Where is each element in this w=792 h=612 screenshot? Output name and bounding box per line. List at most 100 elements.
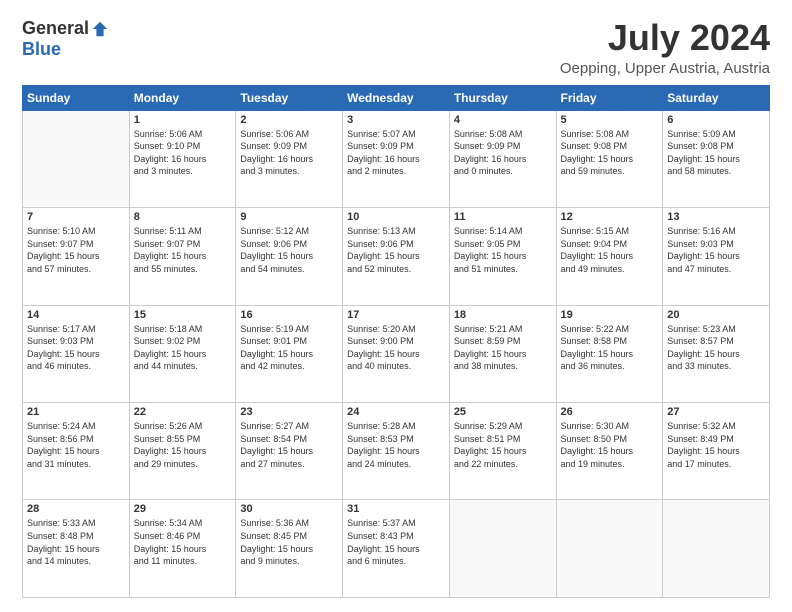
col-friday: Friday <box>556 85 663 110</box>
day-number: 23 <box>240 406 338 418</box>
day-info: Sunrise: 5:08 AM Sunset: 9:09 PM Dayligh… <box>454 128 552 178</box>
calendar-cell-w4-d5: 25 Sunrise: 5:29 AM Sunset: 8:51 PM Dayli… <box>449 403 556 500</box>
col-tuesday: Tuesday <box>236 85 343 110</box>
day-number: 26 <box>561 406 659 418</box>
calendar-table: Sunday Monday Tuesday Wednesday Thursday… <box>22 85 770 598</box>
day-number: 21 <box>27 406 125 418</box>
day-number: 2 <box>240 114 338 126</box>
logo-general-text: General <box>22 18 89 39</box>
calendar-cell-w3-d1: 14Sunrise: 5:17 AM Sunset: 9:03 PM Dayli… <box>23 305 130 402</box>
day-info: Sunrise: 5:23 AM Sunset: 8:57 PM Dayligh… <box>667 323 765 373</box>
day-info: Sunrise: 5:30 AM Sunset: 8:50 PM Dayligh… <box>561 420 659 470</box>
calendar-cell-w2-d1: 7 Sunrise: 5:10 AM Sunset: 9:07 PM Daylig… <box>23 208 130 305</box>
calendar-cell-w5-d7 <box>663 500 770 598</box>
day-number: 25 <box>454 406 552 418</box>
calendar-cell-w1-d2: 1 Sunrise: 5:06 AM Sunset: 9:10 PM Daylig… <box>129 110 236 207</box>
calendar-cell-w1-d1 <box>23 110 130 207</box>
calendar-cell-w4-d7: 27 Sunrise: 5:32 AM Sunset: 8:49 PM Dayli… <box>663 403 770 500</box>
day-number: 29 <box>134 503 232 515</box>
logo-blue-text: Blue <box>22 39 61 59</box>
title-section: July 2024 Oepping, Upper Austria, Austri… <box>560 18 770 77</box>
calendar-cell-w2-d3: 9 Sunrise: 5:12 AM Sunset: 9:06 PM Daylig… <box>236 208 343 305</box>
day-number: 1 <box>134 114 232 126</box>
day-number: 7 <box>27 211 125 223</box>
day-number: 31 <box>347 503 445 515</box>
day-number: 19 <box>561 309 659 321</box>
calendar-week-2: 7 Sunrise: 5:10 AM Sunset: 9:07 PM Daylig… <box>23 208 770 305</box>
calendar-cell-w5-d6 <box>556 500 663 598</box>
day-number: 17 <box>347 309 445 321</box>
calendar-week-3: 14Sunrise: 5:17 AM Sunset: 9:03 PM Dayli… <box>23 305 770 402</box>
day-info: Sunrise: 5:13 AM Sunset: 9:06 PM Dayligh… <box>347 225 445 275</box>
day-number: 22 <box>134 406 232 418</box>
calendar-cell-w2-d6: 12Sunrise: 5:15 AM Sunset: 9:04 PM Dayli… <box>556 208 663 305</box>
day-number: 10 <box>347 211 445 223</box>
calendar-cell-w2-d2: 8Sunrise: 5:11 AM Sunset: 9:07 PM Daylig… <box>129 208 236 305</box>
day-number: 24 <box>347 406 445 418</box>
day-info: Sunrise: 5:14 AM Sunset: 9:05 PM Dayligh… <box>454 225 552 275</box>
day-number: 13 <box>667 211 765 223</box>
day-info: Sunrise: 5:21 AM Sunset: 8:59 PM Dayligh… <box>454 323 552 373</box>
calendar-week-4: 21 Sunrise: 5:24 AM Sunset: 8:56 PM Dayli… <box>23 403 770 500</box>
calendar-cell-w3-d5: 18 Sunrise: 5:21 AM Sunset: 8:59 PM Dayli… <box>449 305 556 402</box>
day-number: 28 <box>27 503 125 515</box>
day-info: Sunrise: 5:37 AM Sunset: 8:43 PM Dayligh… <box>347 517 445 567</box>
day-info: Sunrise: 5:07 AM Sunset: 9:09 PM Dayligh… <box>347 128 445 178</box>
calendar-cell-w3-d6: 19Sunrise: 5:22 AM Sunset: 8:58 PM Dayli… <box>556 305 663 402</box>
day-info: Sunrise: 5:06 AM Sunset: 9:10 PM Dayligh… <box>134 128 232 178</box>
day-info: Sunrise: 5:28 AM Sunset: 8:53 PM Dayligh… <box>347 420 445 470</box>
day-info: Sunrise: 5:16 AM Sunset: 9:03 PM Dayligh… <box>667 225 765 275</box>
day-info: Sunrise: 5:08 AM Sunset: 9:08 PM Dayligh… <box>561 128 659 178</box>
day-info: Sunrise: 5:27 AM Sunset: 8:54 PM Dayligh… <box>240 420 338 470</box>
day-info: Sunrise: 5:12 AM Sunset: 9:06 PM Dayligh… <box>240 225 338 275</box>
logo: General Blue <box>22 18 109 60</box>
calendar-cell-w1-d3: 2 Sunrise: 5:06 AM Sunset: 9:09 PM Daylig… <box>236 110 343 207</box>
header: General Blue July 2024 Oepping, Upper Au… <box>22 18 770 77</box>
day-number: 4 <box>454 114 552 126</box>
calendar-cell-w5-d3: 30 Sunrise: 5:36 AM Sunset: 8:45 PM Dayli… <box>236 500 343 598</box>
day-info: Sunrise: 5:33 AM Sunset: 8:48 PM Dayligh… <box>27 517 125 567</box>
calendar-cell-w2-d7: 13 Sunrise: 5:16 AM Sunset: 9:03 PM Dayli… <box>663 208 770 305</box>
calendar-cell-w1-d7: 6 Sunrise: 5:09 AM Sunset: 9:08 PM Daylig… <box>663 110 770 207</box>
main-title: July 2024 <box>560 18 770 58</box>
day-number: 16 <box>240 309 338 321</box>
day-info: Sunrise: 5:24 AM Sunset: 8:56 PM Dayligh… <box>27 420 125 470</box>
day-number: 27 <box>667 406 765 418</box>
calendar-cell-w4-d3: 23 Sunrise: 5:27 AM Sunset: 8:54 PM Dayli… <box>236 403 343 500</box>
day-number: 30 <box>240 503 338 515</box>
day-info: Sunrise: 5:34 AM Sunset: 8:46 PM Dayligh… <box>134 517 232 567</box>
calendar-week-1: 1 Sunrise: 5:06 AM Sunset: 9:10 PM Daylig… <box>23 110 770 207</box>
calendar-header-row: Sunday Monday Tuesday Wednesday Thursday… <box>23 85 770 110</box>
day-info: Sunrise: 5:06 AM Sunset: 9:09 PM Dayligh… <box>240 128 338 178</box>
day-number: 6 <box>667 114 765 126</box>
day-info: Sunrise: 5:10 AM Sunset: 9:07 PM Dayligh… <box>27 225 125 275</box>
calendar-cell-w4-d4: 24 Sunrise: 5:28 AM Sunset: 8:53 PM Dayli… <box>343 403 450 500</box>
day-info: Sunrise: 5:11 AM Sunset: 9:07 PM Dayligh… <box>134 225 232 275</box>
col-saturday: Saturday <box>663 85 770 110</box>
day-number: 20 <box>667 309 765 321</box>
day-info: Sunrise: 5:32 AM Sunset: 8:49 PM Dayligh… <box>667 420 765 470</box>
day-number: 9 <box>240 211 338 223</box>
day-info: Sunrise: 5:09 AM Sunset: 9:08 PM Dayligh… <box>667 128 765 178</box>
calendar-cell-w3-d7: 20 Sunrise: 5:23 AM Sunset: 8:57 PM Dayli… <box>663 305 770 402</box>
day-info: Sunrise: 5:29 AM Sunset: 8:51 PM Dayligh… <box>454 420 552 470</box>
calendar-cell-w3-d2: 15Sunrise: 5:18 AM Sunset: 9:02 PM Dayli… <box>129 305 236 402</box>
day-info: Sunrise: 5:36 AM Sunset: 8:45 PM Dayligh… <box>240 517 338 567</box>
col-sunday: Sunday <box>23 85 130 110</box>
day-number: 18 <box>454 309 552 321</box>
col-thursday: Thursday <box>449 85 556 110</box>
day-number: 14 <box>27 309 125 321</box>
day-info: Sunrise: 5:26 AM Sunset: 8:55 PM Dayligh… <box>134 420 232 470</box>
calendar-cell-w1-d5: 4 Sunrise: 5:08 AM Sunset: 9:09 PM Daylig… <box>449 110 556 207</box>
calendar-cell-w3-d3: 16 Sunrise: 5:19 AM Sunset: 9:01 PM Dayli… <box>236 305 343 402</box>
day-info: Sunrise: 5:20 AM Sunset: 9:00 PM Dayligh… <box>347 323 445 373</box>
calendar-cell-w5-d1: 28 Sunrise: 5:33 AM Sunset: 8:48 PM Dayli… <box>23 500 130 598</box>
page: General Blue July 2024 Oepping, Upper Au… <box>0 0 792 612</box>
calendar-cell-w4-d6: 26 Sunrise: 5:30 AM Sunset: 8:50 PM Dayli… <box>556 403 663 500</box>
col-monday: Monday <box>129 85 236 110</box>
calendar-cell-w4-d1: 21 Sunrise: 5:24 AM Sunset: 8:56 PM Dayli… <box>23 403 130 500</box>
day-info: Sunrise: 5:19 AM Sunset: 9:01 PM Dayligh… <box>240 323 338 373</box>
day-info: Sunrise: 5:18 AM Sunset: 9:02 PM Dayligh… <box>134 323 232 373</box>
col-wednesday: Wednesday <box>343 85 450 110</box>
calendar-cell-w4-d2: 22 Sunrise: 5:26 AM Sunset: 8:55 PM Dayli… <box>129 403 236 500</box>
